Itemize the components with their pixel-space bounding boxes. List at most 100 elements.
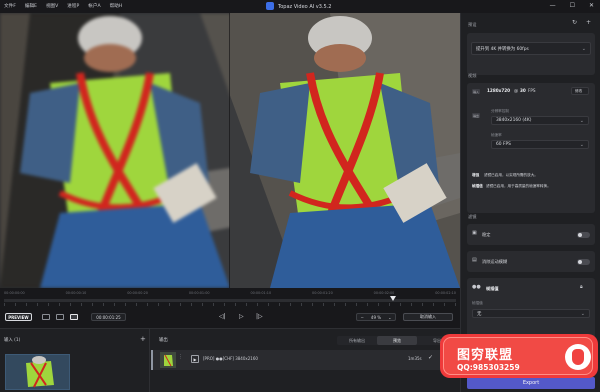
- frame-interp-card[interactable]: ●● 帧插值 🔒︎ 帧插值 无 ⌄: [467, 278, 595, 338]
- output-thumbnail-image: [160, 352, 176, 368]
- input-fps: 30: [520, 88, 526, 93]
- preview-play-icon[interactable]: ▶: [191, 355, 199, 363]
- reset-icon[interactable]: ↻: [572, 19, 577, 26]
- resolution-select[interactable]: 3840x2160 (4K) ⌄: [491, 116, 589, 125]
- input-fps-at: @: [514, 88, 519, 93]
- timeline-label: 00:00:01:00: [188, 291, 210, 295]
- note-enhance-text: 滤镜已启用，以实现所需的放大。: [484, 173, 538, 177]
- menu-help[interactable]: 帮助H: [110, 3, 123, 9]
- input-header: 输入 (1): [4, 338, 21, 343]
- playhead[interactable]: [389, 296, 396, 301]
- filters-header: 滤镜: [468, 214, 477, 219]
- preset-select[interactable]: 提升到 4K 并转换为 60fps ⌄: [471, 42, 591, 55]
- output-row[interactable]: ⋮ ▶ [PRO] ●●[CHF] 3840x2160 1m35s ✓: [151, 350, 460, 370]
- zoom-control[interactable]: − 49 % ⌄: [356, 313, 396, 321]
- side-by-side-view-icon[interactable]: [70, 314, 78, 320]
- preset-card: 提升到 4K 并转换为 60fps ⌄: [467, 33, 595, 75]
- enhanced-preview-pane: [230, 13, 460, 288]
- motion-deblur-toggle[interactable]: [577, 259, 590, 265]
- window-controls: — ☐ ✕: [550, 2, 594, 9]
- chevron-down-icon: ⌄: [388, 314, 392, 320]
- timeline-ruler: 00:00:00:00 00:00:00:10 00:00:00:20 00:0…: [4, 291, 456, 295]
- menu-process[interactable]: 进程P: [67, 3, 79, 9]
- motion-deblur-card[interactable]: ▤ 消除运动模糊: [467, 251, 595, 272]
- check-icon: ✓: [428, 354, 434, 361]
- menu-view[interactable]: 视图V: [46, 3, 58, 9]
- input-resolution: 1280x720: [487, 88, 511, 93]
- output-tabs: 所有输出 预览 导出: [337, 336, 457, 345]
- modify-input-button[interactable]: 修改: [571, 87, 589, 95]
- maximize-button[interactable]: ☐: [570, 2, 575, 9]
- compare-divider[interactable]: [229, 13, 230, 288]
- input-thumbnail[interactable]: [5, 354, 70, 390]
- input-fps-unit: FPS: [528, 88, 536, 93]
- input-thumbnail-image: [6, 355, 69, 389]
- timecode-display[interactable]: 00:00:01:25: [91, 313, 126, 321]
- menu-account[interactable]: 帐户A: [88, 3, 100, 9]
- fps-value: 60 FPS: [496, 142, 511, 147]
- timeline-label: 00:00:01:20: [312, 291, 333, 295]
- add-input-button[interactable]: +: [140, 335, 146, 343]
- timeline-ticks: [4, 303, 456, 306]
- menu-edit[interactable]: 编辑E: [25, 3, 37, 9]
- original-preview-pane: [0, 13, 230, 288]
- stabilize-label: 稳定: [482, 232, 491, 237]
- timeline-label: 00:00:00:00: [4, 291, 25, 295]
- preset-header: 预设: [468, 22, 477, 27]
- preview-button[interactable]: PREVIEW: [5, 313, 32, 321]
- video-card: 输入 1280x720 @ 30 FPS 修改 输出 分辨率控制 3840x21…: [467, 83, 595, 213]
- compare-button[interactable]: 取消输入: [403, 313, 453, 321]
- output-badge: 输出: [472, 113, 480, 118]
- fps-select[interactable]: 60 FPS ⌄: [491, 140, 589, 149]
- single-view-icon[interactable]: [42, 314, 50, 320]
- zoom-value: 49 %: [370, 314, 382, 320]
- note-interp-key: 帧插值: [472, 184, 483, 188]
- output-description: [PRO] ●●[CHF] 3840x2160: [203, 356, 258, 361]
- topaz-logo-icon: [266, 2, 274, 10]
- title-bar: 文件F 编辑E 视图V 进程P 帐户A 帮助H Topaz Video AI v…: [0, 0, 600, 13]
- lock-icon[interactable]: 🔒︎: [580, 284, 583, 290]
- media-area: 输入 (1) + 输出 所有输出 预览 导出 ⋮ ▶ [PRO] ●●[CHF]…: [0, 328, 460, 392]
- resolution-label: 分辨率控制: [491, 109, 509, 113]
- chevron-down-icon: ⌄: [579, 142, 584, 148]
- video-preview[interactable]: [0, 13, 460, 288]
- stabilize-card[interactable]: ▣ 稳定: [467, 224, 595, 245]
- chevron-down-icon: ⌄: [581, 46, 586, 52]
- close-button[interactable]: ✕: [589, 2, 594, 9]
- model-select[interactable]: 无 ⌄: [472, 309, 590, 318]
- input-list: 输入 (1) +: [0, 329, 150, 392]
- timeline-label: 00:00:02:00: [373, 291, 395, 295]
- fps-label: 帧速率: [491, 133, 502, 137]
- video-header: 视频: [468, 73, 477, 78]
- tab-all-outputs[interactable]: 所有输出: [337, 336, 377, 345]
- menu-file[interactable]: 文件F: [4, 3, 16, 9]
- chevron-down-icon: ⌄: [580, 311, 585, 317]
- chevron-down-icon: ⌄: [579, 118, 584, 124]
- drag-handle-icon[interactable]: ⋮: [178, 354, 183, 360]
- timeline-label: 00:00:02:10: [435, 291, 456, 295]
- resolution-value: 3840x2160 (4K): [496, 118, 532, 123]
- watermark-inner: 图穷联盟 QQ:985303259: [443, 337, 593, 375]
- timeline-label: 00:00:00:10: [65, 291, 87, 295]
- tab-preview[interactable]: 预览: [377, 336, 417, 345]
- timeline-label: 00:00:00:20: [127, 291, 148, 295]
- export-button[interactable]: Export: [467, 377, 595, 389]
- stabilize-toggle[interactable]: [577, 232, 590, 238]
- split-view-icon[interactable]: [56, 314, 64, 320]
- timeline-track[interactable]: [4, 299, 456, 302]
- input-badge: 输入: [472, 89, 480, 94]
- zoom-out-icon[interactable]: −: [361, 315, 364, 320]
- playback-controls: PREVIEW 00:00:01:25 ◁| ▷ |▷ − 49 % ⌄ 取消输…: [0, 311, 460, 326]
- watermark-badge: 图穷联盟 QQ:985303259: [440, 334, 598, 378]
- app-title-text: Topaz Video AI v3.5.2: [278, 4, 332, 10]
- motion-deblur-icon: ▤: [472, 257, 477, 263]
- minimize-button[interactable]: —: [550, 2, 556, 9]
- output-header: 输出: [159, 338, 168, 343]
- frame-interp-label: 帧插值: [486, 286, 499, 291]
- preset-value: 提升到 4K 并转换为 60fps: [476, 46, 529, 52]
- previous-frame-button[interactable]: ◁|: [219, 313, 226, 320]
- play-button[interactable]: ▷: [239, 313, 244, 320]
- next-frame-button[interactable]: |▷: [256, 313, 263, 320]
- add-preset-icon[interactable]: +: [586, 19, 591, 26]
- watermark-qq: QQ:985303259: [457, 363, 520, 372]
